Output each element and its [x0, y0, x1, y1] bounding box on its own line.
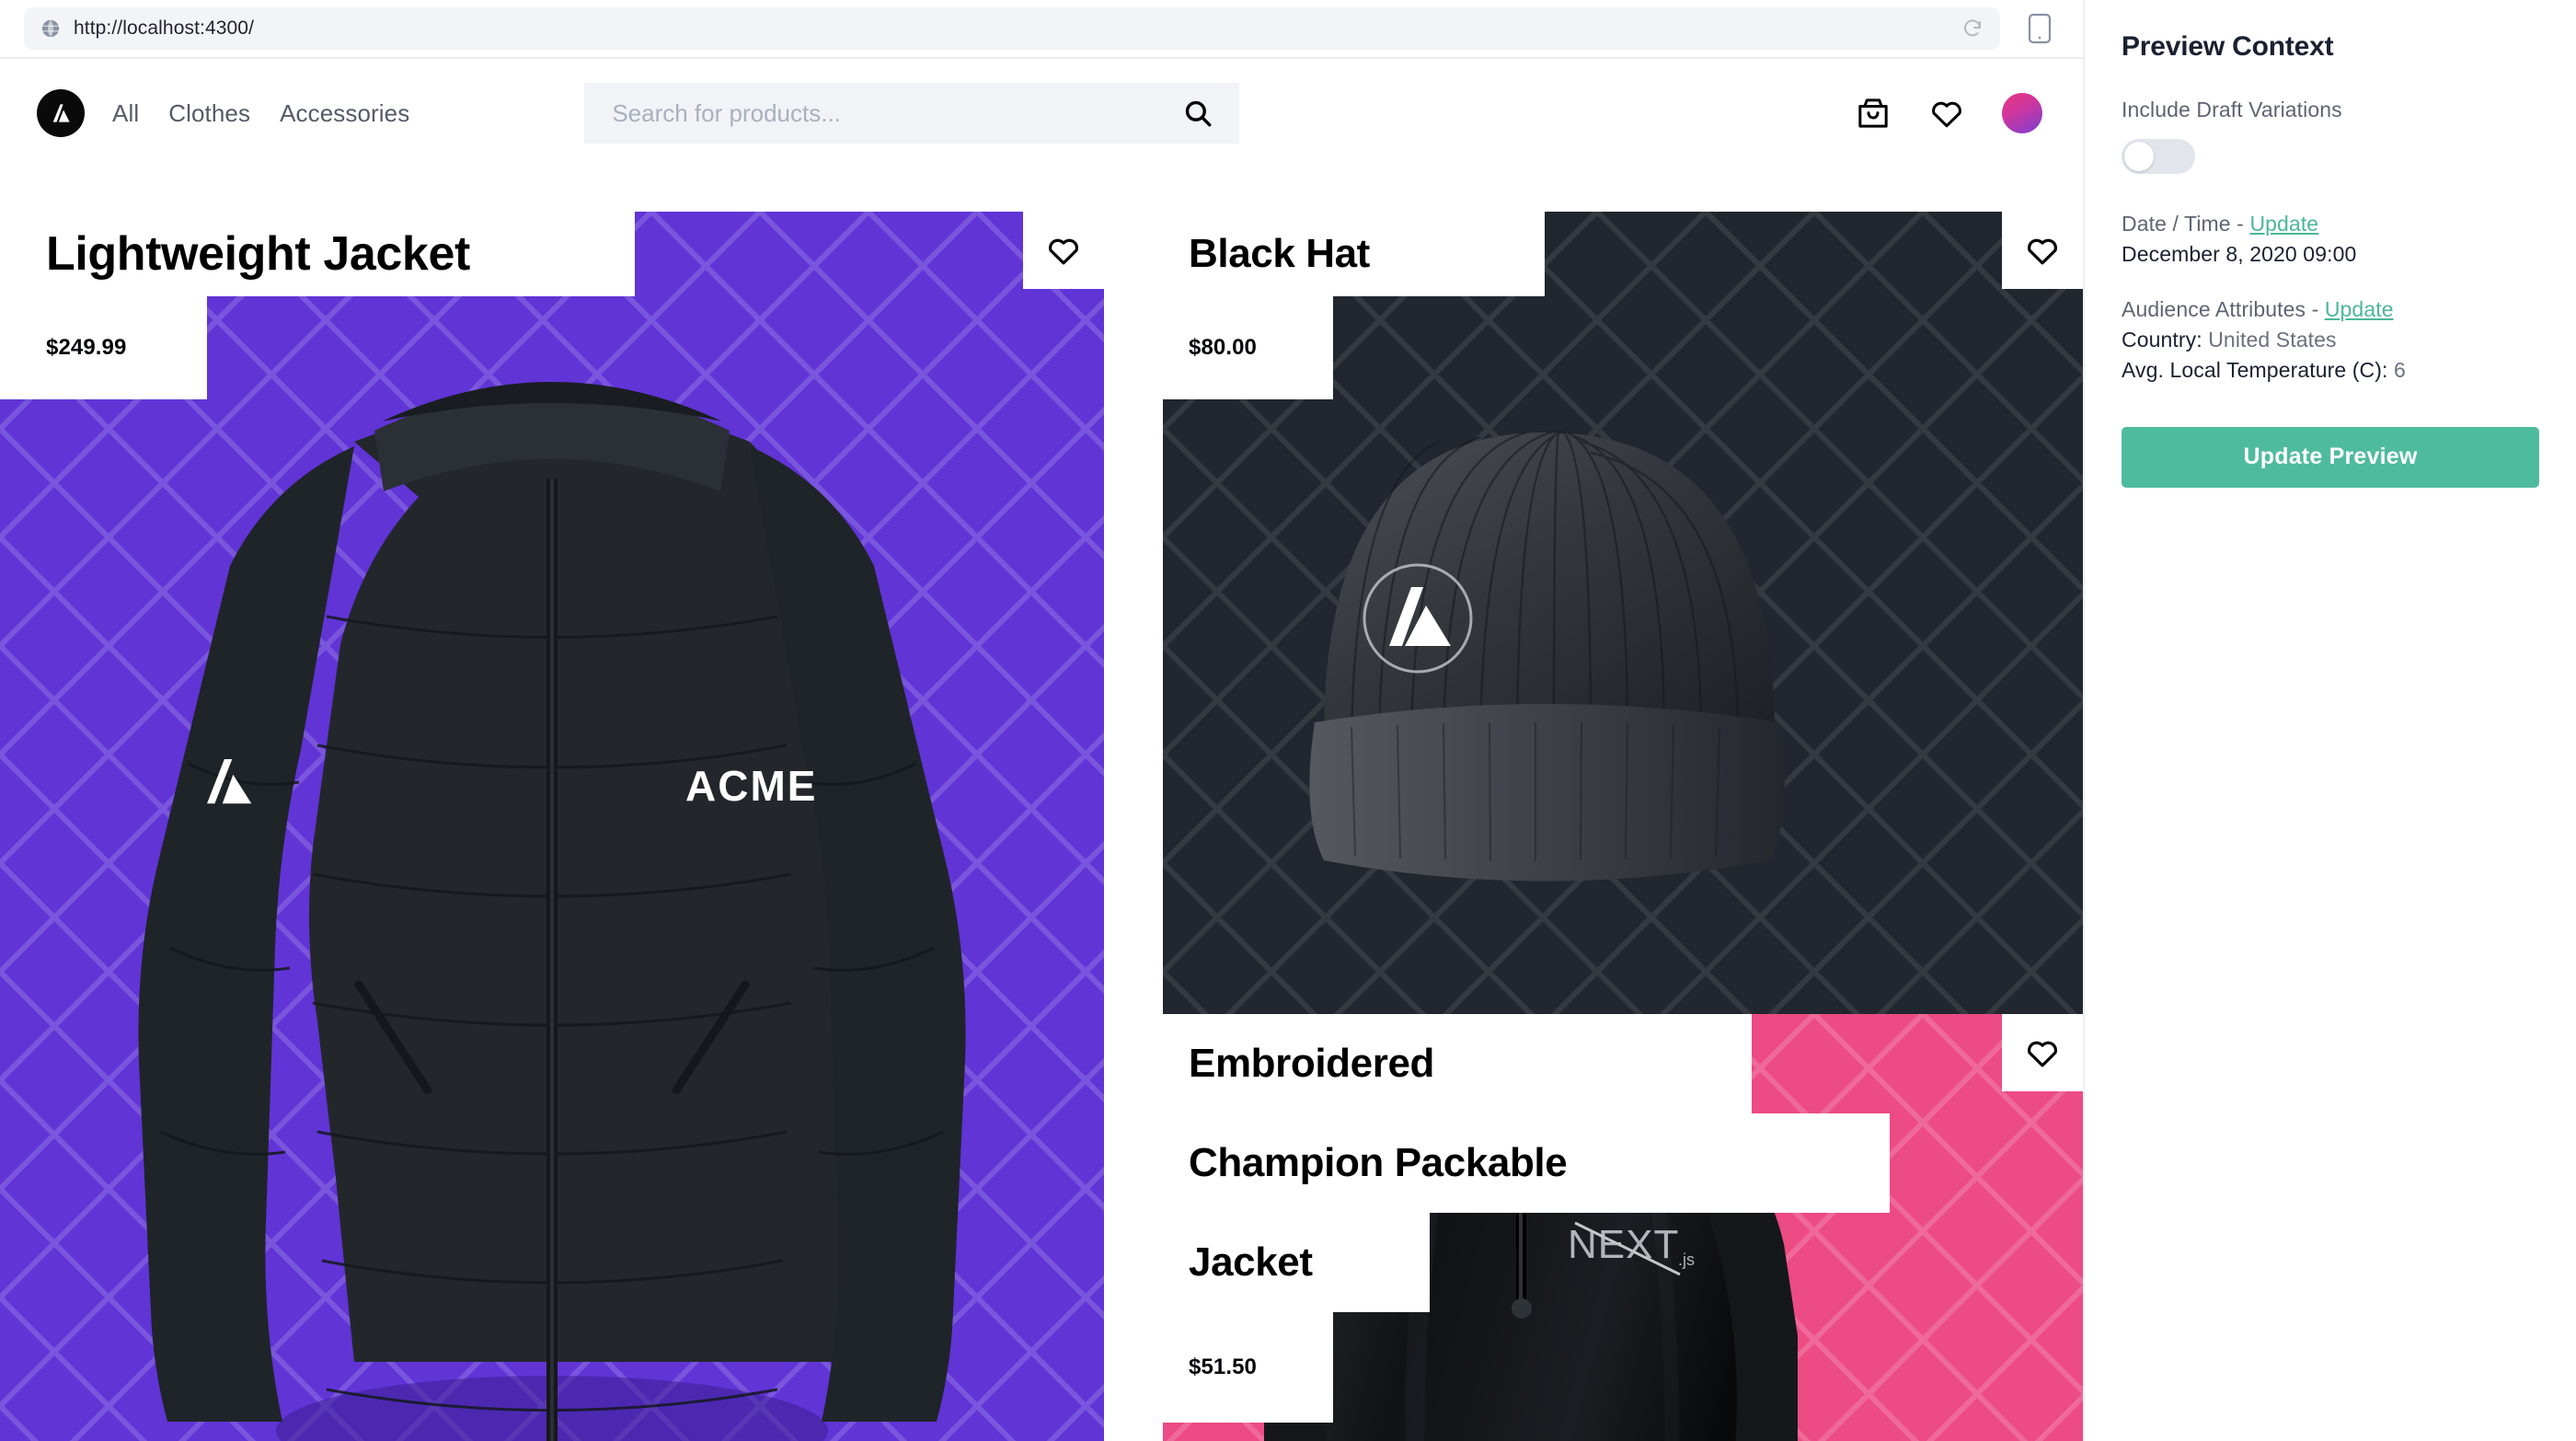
- nav-actions: [1855, 93, 2042, 133]
- reload-icon[interactable]: [1961, 17, 1984, 40]
- draft-variations-label: Include Draft Variations: [2122, 98, 2342, 121]
- datetime-value-row: December 8, 2020 09:00: [2122, 239, 2539, 270]
- datetime-value: December 8, 2020 09:00: [2122, 242, 2357, 267]
- favorite-button[interactable]: [2002, 1014, 2083, 1091]
- grid-column-right: Black Hat $80.00 NEXT .js Embroidered Ch…: [1163, 167, 2083, 1441]
- background-pattern: [1163, 1014, 2083, 1441]
- product-image-black-hat: [1163, 212, 2083, 1014]
- product-card-champion-jacket[interactable]: NEXT .js Embroidered Champion Packable J…: [1163, 1014, 2083, 1441]
- app-root: http://localhost:4300/ All Clothes Acces…: [0, 0, 2576, 1441]
- cart-icon[interactable]: [1855, 95, 1892, 132]
- panel-title: Preview Context: [2122, 31, 2334, 62]
- search-bar[interactable]: [584, 83, 1240, 144]
- acme-mark-icon: [52, 104, 70, 122]
- audience-row: Audience Attributes - Update: [2122, 294, 2539, 325]
- svg-text:NEXT: NEXT: [1568, 1222, 1679, 1267]
- datetime-update-link[interactable]: Update: [2249, 212, 2318, 236]
- anorak-artwork: NEXT .js: [1264, 1120, 1798, 1441]
- temperature-row: Avg. Local Temperature (C): 6: [2122, 355, 2539, 386]
- country-label: Country:: [2122, 328, 2209, 352]
- country-value: United States: [2208, 328, 2337, 352]
- audience-update-link[interactable]: Update: [2325, 297, 2394, 321]
- audience-label: Audience Attributes -: [2122, 296, 2325, 321]
- preview-pane: http://localhost:4300/ All Clothes Acces…: [0, 0, 2083, 1441]
- background-pattern: [1163, 212, 2083, 1014]
- temperature-value: 6: [2393, 358, 2406, 383]
- temperature-label: Avg. Local Temperature (C):: [2122, 358, 2394, 383]
- globe-icon: [41, 19, 60, 38]
- update-preview-button[interactable]: Update Preview: [2122, 426, 2539, 488]
- sleeve-logo-icon: [207, 759, 252, 804]
- nav-links: All Clothes Accessories: [112, 99, 409, 128]
- browser-toolbar: http://localhost:4300/: [0, 0, 2083, 57]
- heart-icon: [1049, 238, 1078, 265]
- jacket-artwork: ACME: [138, 382, 966, 1441]
- nav-link-all[interactable]: All: [112, 99, 139, 128]
- toggle-knob: [2124, 142, 2154, 171]
- product-image-champion-jacket: NEXT .js: [1163, 1014, 2083, 1441]
- search-input[interactable]: [612, 98, 1183, 128]
- nav-link-clothes[interactable]: Clothes: [168, 99, 250, 128]
- favorite-button[interactable]: [2002, 212, 2083, 289]
- user-avatar[interactable]: [2002, 93, 2042, 133]
- background-pattern: [0, 212, 1104, 1441]
- mobile-device-icon[interactable]: [2028, 13, 2052, 44]
- url-text: http://localhost:4300/: [74, 17, 254, 39]
- datetime-label: Date / Time -: [2122, 212, 2250, 236]
- wishlist-heart-icon[interactable]: [1928, 95, 1965, 132]
- country-row: Country: United States: [2122, 325, 2539, 355]
- hat-artwork: [1309, 430, 1785, 882]
- product-grid: ACME Lightweight Jacket $249.99 Black Ha…: [0, 167, 2083, 1441]
- panel-spacer: [2122, 271, 2539, 294]
- jacket-brand-text: ACME: [685, 762, 817, 810]
- heart-icon: [2028, 1041, 2057, 1067]
- product-card-lightweight-jacket[interactable]: ACME Lightweight Jacket $249.99: [0, 212, 1104, 1441]
- product-image-lightweight-jacket: ACME: [0, 212, 1104, 1441]
- grid-column-left: ACME Lightweight Jacket $249.99: [0, 167, 1104, 1441]
- site-navbar: All Clothes Accessories: [0, 59, 2083, 167]
- heart-icon: [2028, 238, 2057, 265]
- acme-logo-icon[interactable]: [37, 89, 85, 137]
- svg-text:.js: .js: [1678, 1251, 1695, 1269]
- nextjs-logo-icon: NEXT .js: [1568, 1221, 1695, 1276]
- favorite-button[interactable]: [1023, 212, 1104, 289]
- preview-context-panel: Preview Context Include Draft Variations…: [2083, 0, 2576, 1441]
- site-viewport: All Clothes Accessories Search for produ…: [0, 59, 2083, 1441]
- url-bar[interactable]: http://localhost:4300/: [24, 7, 2000, 50]
- product-card-black-hat[interactable]: Black Hat $80.00: [1163, 212, 2083, 1014]
- datetime-row: Date / Time - Update: [2122, 209, 2539, 239]
- nav-link-accessories[interactable]: Accessories: [280, 99, 409, 128]
- draft-variations-toggle[interactable]: [2122, 139, 2195, 174]
- search-icon[interactable]: [1182, 98, 1213, 129]
- hat-logo-icon: [1363, 563, 1473, 674]
